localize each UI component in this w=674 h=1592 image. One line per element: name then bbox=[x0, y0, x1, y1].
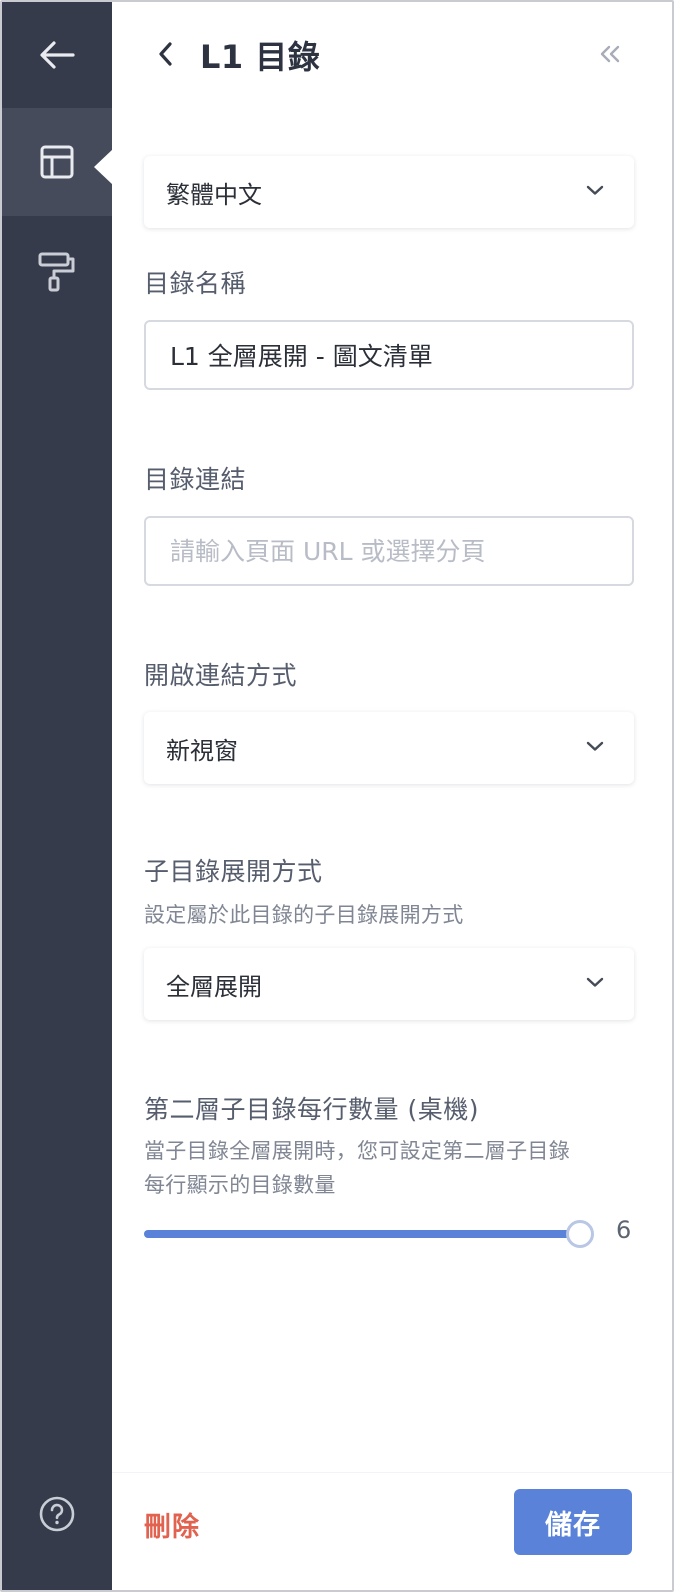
slider-value: 6 bbox=[616, 1216, 632, 1244]
submenu-expand-select[interactable]: 全層展開 bbox=[144, 948, 634, 1020]
active-pointer bbox=[94, 149, 113, 185]
catalog-link-input[interactable] bbox=[144, 516, 634, 586]
language-select-value: 繁體中文 bbox=[166, 180, 262, 209]
sidebar bbox=[2, 2, 113, 1590]
per-row-label: 第二層子目錄每行數量 (桌機) bbox=[144, 1095, 479, 1124]
submenu-expand-value: 全層展開 bbox=[166, 972, 262, 1001]
collapse-panel-icon[interactable] bbox=[596, 40, 624, 68]
editor-panel: L1 目錄 繁體中文 目錄名稱 目錄連結 開啟連結方式 新視窗 子目錄展開方式 … bbox=[0, 0, 674, 1592]
chevron-down-icon bbox=[586, 741, 604, 751]
open-link-mode-select[interactable]: 新視窗 bbox=[144, 712, 634, 784]
layout-icon bbox=[40, 145, 74, 179]
language-select[interactable]: 繁體中文 bbox=[144, 156, 634, 228]
paint-roller-icon bbox=[38, 252, 75, 292]
per-row-help-line1: 當子目錄全層展開時，您可設定第二層子目錄 bbox=[144, 1139, 570, 1163]
slider-handle[interactable] bbox=[566, 1220, 594, 1248]
panel-header: L1 目錄 bbox=[112, 2, 672, 108]
help-button[interactable] bbox=[2, 1458, 112, 1570]
save-button[interactable]: 儲存 bbox=[514, 1489, 632, 1555]
page-title: L1 目錄 bbox=[200, 38, 321, 76]
catalog-name-label: 目錄名稱 bbox=[144, 269, 247, 298]
per-row-slider[interactable]: 6 bbox=[144, 1216, 634, 1250]
open-link-mode-label: 開啟連結方式 bbox=[144, 661, 298, 690]
chevron-down-icon bbox=[586, 977, 604, 987]
catalog-link-label: 目錄連結 bbox=[144, 465, 247, 494]
submenu-expand-label: 子目錄展開方式 bbox=[144, 857, 323, 886]
question-circle-icon bbox=[39, 1496, 75, 1532]
slider-track bbox=[144, 1230, 580, 1238]
chevron-left-icon[interactable] bbox=[152, 38, 180, 70]
arrow-left-icon bbox=[40, 41, 75, 69]
chevron-down-icon bbox=[586, 185, 604, 195]
slider-fill bbox=[144, 1230, 580, 1238]
open-link-mode-value: 新視窗 bbox=[166, 736, 238, 765]
sidebar-item-style[interactable] bbox=[2, 218, 112, 326]
catalog-name-input[interactable] bbox=[144, 320, 634, 390]
panel-footer: 刪除 儲存 bbox=[112, 1472, 672, 1590]
submenu-expand-help: 設定屬於此目錄的子目錄展開方式 bbox=[144, 903, 464, 927]
delete-button[interactable]: 刪除 bbox=[144, 1505, 200, 1544]
per-row-help-line2: 每行顯示的目錄數量 bbox=[144, 1173, 336, 1197]
sidebar-back-button[interactable] bbox=[2, 2, 112, 108]
